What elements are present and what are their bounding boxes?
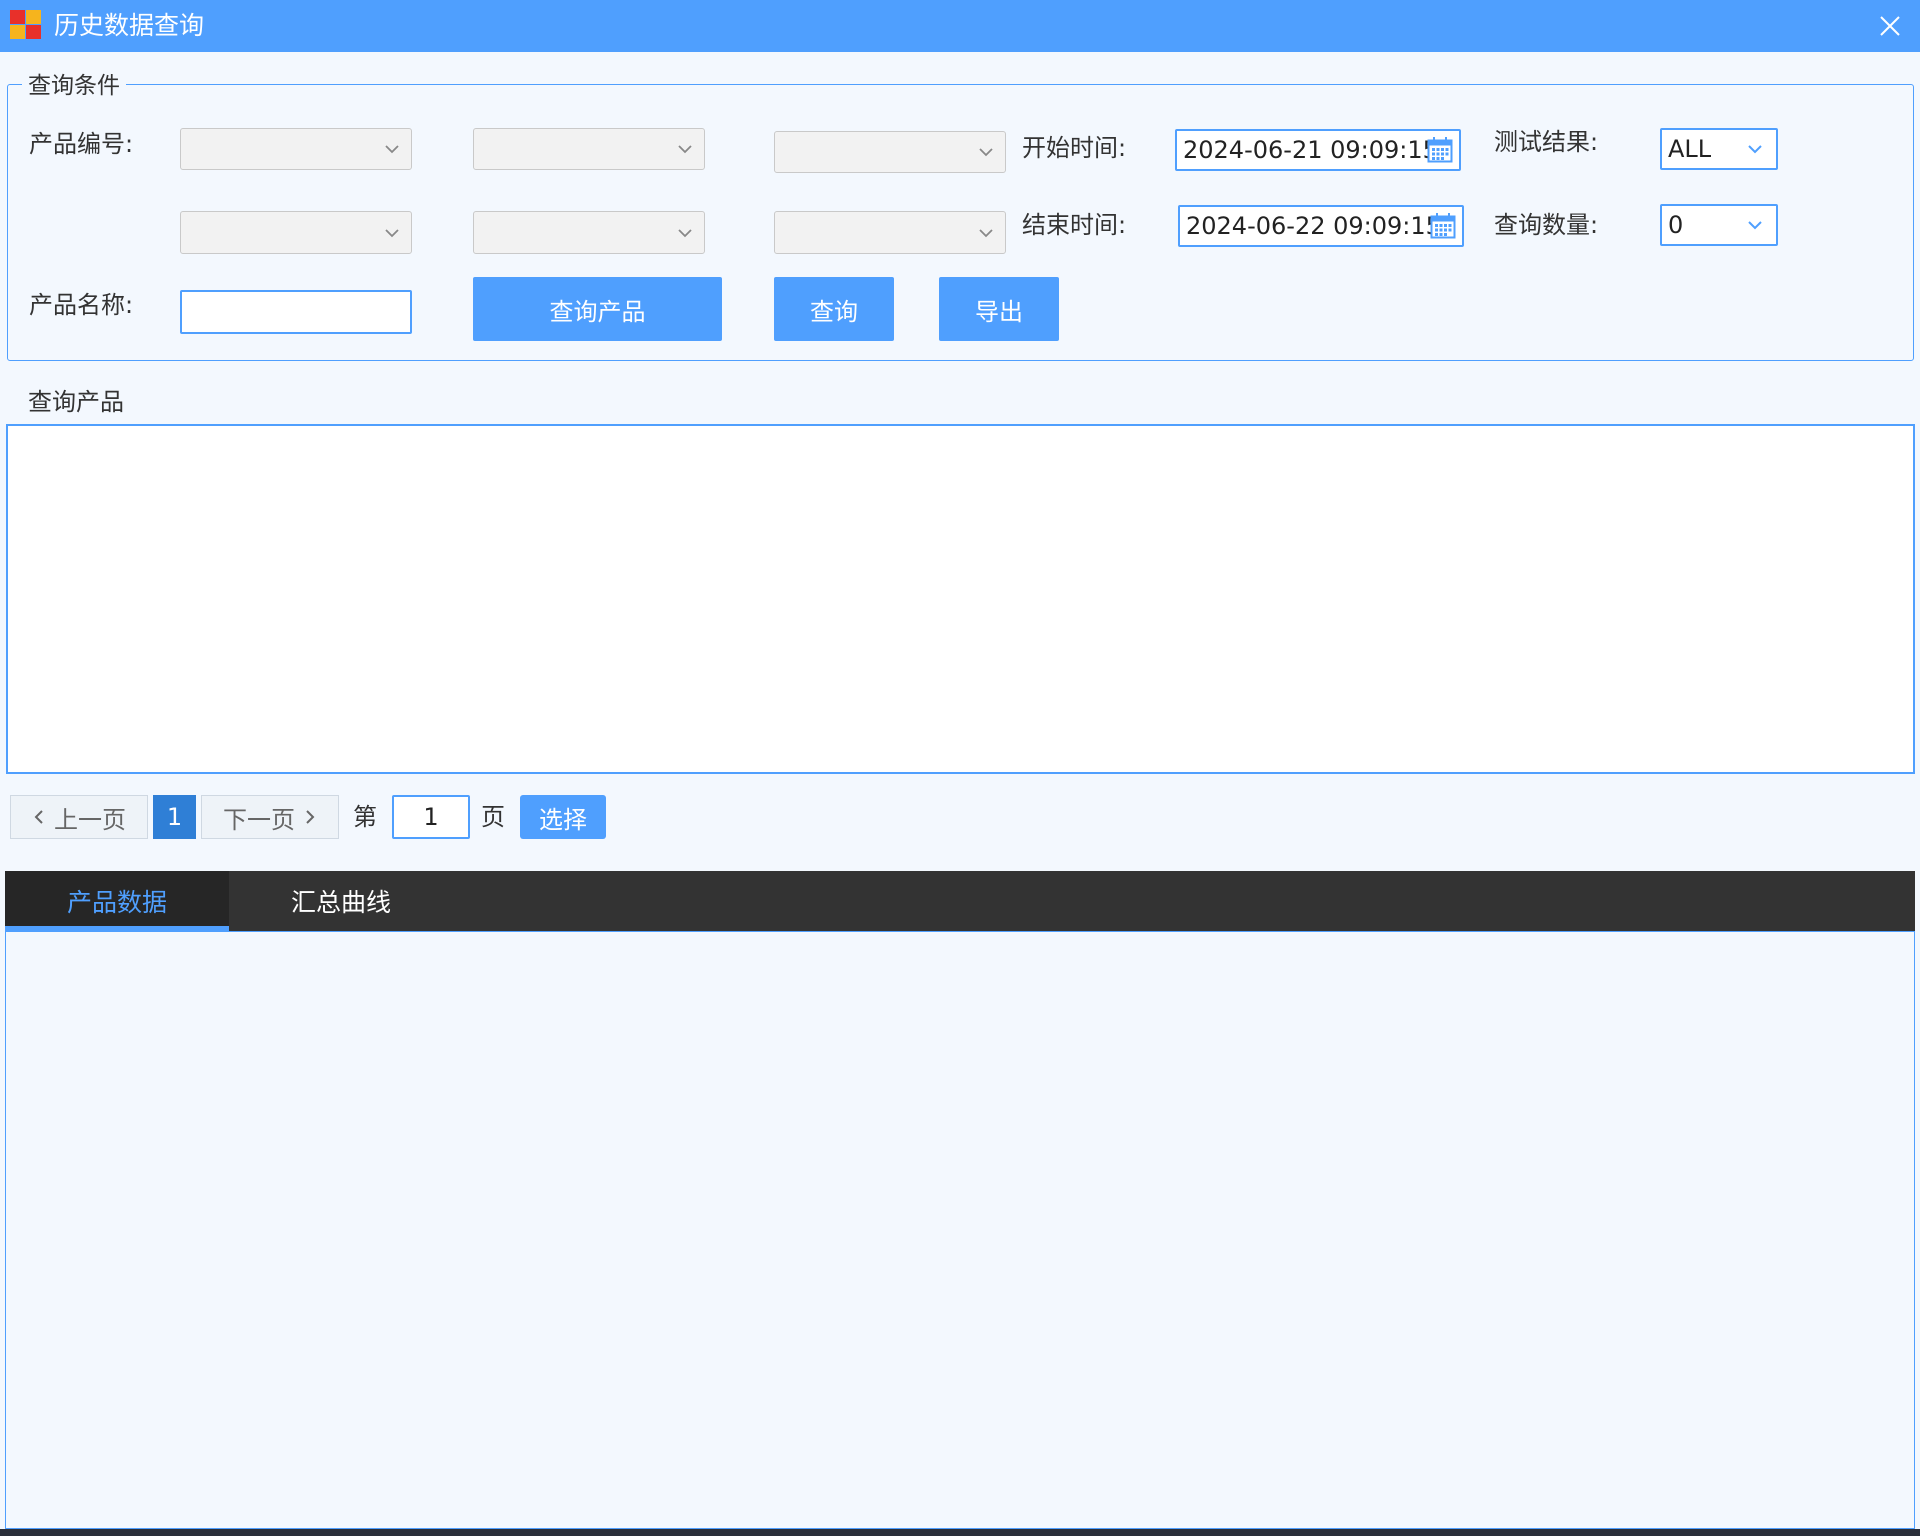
query-conditions-legend: 查询条件 [22,70,126,102]
test-result-value: ALL [1668,135,1712,163]
chevron-down-icon [1748,221,1762,230]
tab-summary-curve-label: 汇总曲线 [290,888,391,917]
product-code-combo-3[interactable] [774,131,1006,173]
query-count-combo[interactable]: 0 [1660,204,1778,246]
page-prefix-label: 第 [353,803,377,831]
select-page-button[interactable]: 选择 [520,795,606,839]
page-number-input[interactable]: 1 [392,795,470,839]
chevron-down-icon [979,148,993,157]
product-code-combo-6[interactable] [774,211,1006,254]
app-icon [10,10,42,40]
product-code-combo-2[interactable] [473,128,705,170]
query-count-label: 查询数量: [1494,211,1599,239]
calendar-icon[interactable] [1427,136,1453,164]
test-result-combo[interactable]: ALL [1660,128,1778,170]
test-result-label: 测试结果: [1494,128,1599,156]
tab-summary-curve[interactable]: 汇总曲线 [229,871,453,931]
query-button[interactable]: 查询 [774,277,894,341]
chevron-down-icon [1748,145,1762,154]
window-title: 历史数据查询 [54,11,205,40]
tab-content-panel [5,931,1915,1529]
chevron-down-icon [678,145,692,154]
close-icon [1880,16,1900,36]
title-bar [0,0,1920,52]
end-time-value: 2024-06-22 09:09:15 [1186,212,1441,240]
chevron-down-icon [385,228,399,237]
next-page-button[interactable]: 下一页 [201,795,339,839]
tab-product-data[interactable]: 产品数据 [5,871,229,931]
query-count-value: 0 [1668,211,1684,239]
prev-page-label: 上一页 [54,805,126,834]
product-code-combo-4[interactable] [180,211,412,254]
product-list-panel[interactable] [6,424,1915,774]
query-products-title: 查询产品 [28,388,124,416]
chevron-down-icon [385,145,399,154]
product-name-label: 产品名称: [29,291,134,319]
end-time-picker[interactable]: 2024-06-22 09:09:15 [1178,205,1464,247]
tab-product-data-label: 产品数据 [66,888,167,917]
next-page-label: 下一页 [223,805,295,834]
end-time-label: 结束时间: [1022,211,1127,239]
chevron-down-icon [678,228,692,237]
product-name-input[interactable] [180,290,412,334]
product-code-label: 产品编号: [29,130,134,158]
bottom-edge [0,1529,1920,1536]
chevron-right-icon [306,810,315,824]
close-button[interactable] [1870,8,1910,44]
calendar-icon[interactable] [1430,212,1456,240]
export-button[interactable]: 导出 [939,277,1059,341]
start-time-picker[interactable]: 2024-06-21 09:09:15 [1175,129,1461,171]
start-time-label: 开始时间: [1022,134,1127,162]
prev-page-button[interactable]: 上一页 [10,795,148,839]
product-code-combo-1[interactable] [180,128,412,170]
query-product-button[interactable]: 查询产品 [473,277,722,341]
product-code-combo-5[interactable] [473,211,705,254]
chevron-down-icon [979,228,993,237]
chevron-left-icon [34,810,43,824]
page-suffix-label: 页 [481,803,505,831]
current-page-button[interactable]: 1 [153,795,196,839]
start-time-value: 2024-06-21 09:09:15 [1183,136,1438,164]
